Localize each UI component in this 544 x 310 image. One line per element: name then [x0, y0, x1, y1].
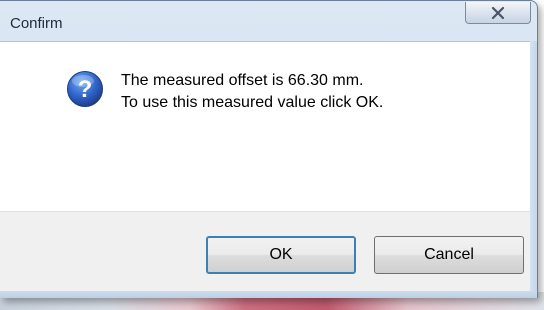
message-area: [0, 41, 530, 212]
window-frame-right: [530, 41, 537, 291]
question-icon: ?: [67, 71, 103, 107]
cancel-button[interactable]: Cancel: [374, 236, 524, 274]
ok-button[interactable]: OK: [206, 236, 356, 274]
svg-text:?: ?: [78, 76, 93, 103]
window-frame-bottom: [0, 291, 537, 298]
title-bar[interactable]: Confirm: [0, 1, 537, 41]
close-button[interactable]: [465, 2, 531, 24]
message-text: The measured offset is 66.30 mm. To use …: [121, 70, 383, 114]
close-icon: [491, 6, 505, 19]
message-line-1: The measured offset is 66.30 mm.: [121, 72, 364, 89]
message-line-2: To use this measured value click OK.: [121, 94, 384, 111]
dialog-title: Confirm: [10, 15, 63, 32]
